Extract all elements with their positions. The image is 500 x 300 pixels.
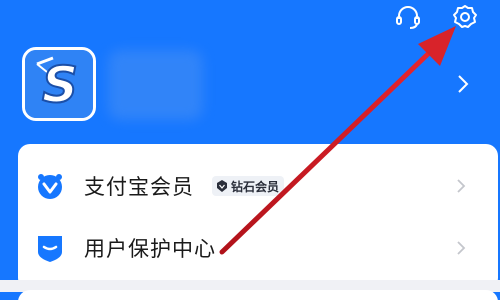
chevron-right-icon — [457, 179, 466, 193]
member-crown-icon — [38, 174, 62, 199]
list-item-alipay-member[interactable]: 支付宝会员 钻石会员 — [18, 154, 498, 218]
list-item-user-protection[interactable]: 用户保护中心 — [18, 216, 498, 280]
alipay-my-page: S 支付宝会员 钻石会员 用户保护中心 — [0, 0, 500, 300]
list-item-label: 用户保护中心 — [84, 237, 216, 261]
username-blurred — [108, 50, 203, 120]
profile-chevron-right-icon[interactable] — [453, 72, 473, 96]
badge-label: 钻石会员 — [231, 179, 280, 194]
gear-icon — [453, 5, 477, 28]
shield-icon — [38, 236, 62, 262]
next-card — [18, 290, 498, 300]
avatar-logo: S — [25, 50, 93, 118]
diamond-icon — [217, 180, 227, 192]
diamond-member-badge: 钻石会员 — [212, 176, 285, 196]
avatar-letter: S — [42, 56, 78, 114]
headset-icon — [396, 6, 420, 29]
avatar[interactable]: S — [22, 47, 96, 121]
customer-service-button[interactable] — [393, 2, 423, 32]
settings-button[interactable] — [450, 2, 480, 32]
list-item-label: 支付宝会员 — [84, 175, 194, 199]
chevron-right-icon — [457, 241, 466, 255]
